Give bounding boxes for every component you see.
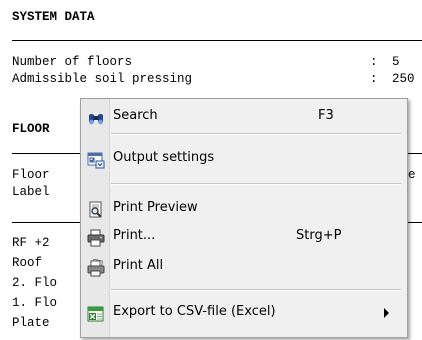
menu-separator [111, 183, 401, 185]
menu-item-search[interactable]: Search F3 [81, 103, 407, 131]
divider [12, 40, 422, 41]
menu-item-label: Print... [113, 228, 156, 243]
floor-row: RF +2 [12, 236, 50, 250]
context-menu: Search F3 Output settings Print Preview … [80, 98, 408, 338]
print-all-icon [87, 258, 105, 277]
printer-icon [87, 229, 105, 247]
floor-heading: FLOOR [12, 122, 50, 136]
menu-item-label: Search [113, 108, 158, 123]
row-label: Number of floors [12, 55, 133, 69]
floor-column-header-tail: e [408, 168, 416, 182]
row-value: 250 [392, 72, 415, 86]
floor-row: 2. Flo [12, 276, 58, 290]
menu-item-shortcut: Strg+P [296, 228, 342, 243]
menu-item-print-all[interactable]: Print All [81, 253, 407, 281]
row-value: 5 [392, 55, 400, 69]
output-settings-icon [87, 151, 105, 169]
menu-item-output-settings[interactable]: Output settings [81, 145, 407, 173]
menu-item-label: Print All [113, 258, 164, 273]
floor-column-header: Floor [12, 168, 50, 182]
excel-export-icon [87, 305, 105, 323]
menu-item-export-csv[interactable]: Export to CSV-file (Excel) [81, 299, 407, 327]
menu-item-shortcut: F3 [318, 108, 334, 123]
system-data-heading: SYSTEM DATA [12, 10, 95, 24]
floor-row: Plate [12, 316, 50, 330]
floor-row: Roof [12, 256, 43, 270]
menu-separator [111, 133, 401, 135]
floor-row: 1. Flo [12, 296, 58, 310]
menu-separator [111, 289, 401, 291]
menu-item-print[interactable]: Print... Strg+P [81, 223, 407, 251]
row-label: Admissible soil pressing [12, 72, 193, 86]
print-preview-icon [87, 201, 105, 219]
menu-item-label: Output settings [113, 150, 215, 165]
menu-item-label: Print Preview [113, 200, 198, 215]
submenu-arrow-icon [384, 308, 389, 318]
menu-item-print-preview[interactable]: Print Preview [81, 195, 407, 223]
menu-item-label: Export to CSV-file (Excel) [113, 304, 276, 319]
row-sep: : [370, 72, 378, 86]
binoculars-icon [87, 109, 105, 127]
row-sep: : [370, 55, 378, 69]
label-column-header: Label [12, 185, 50, 199]
